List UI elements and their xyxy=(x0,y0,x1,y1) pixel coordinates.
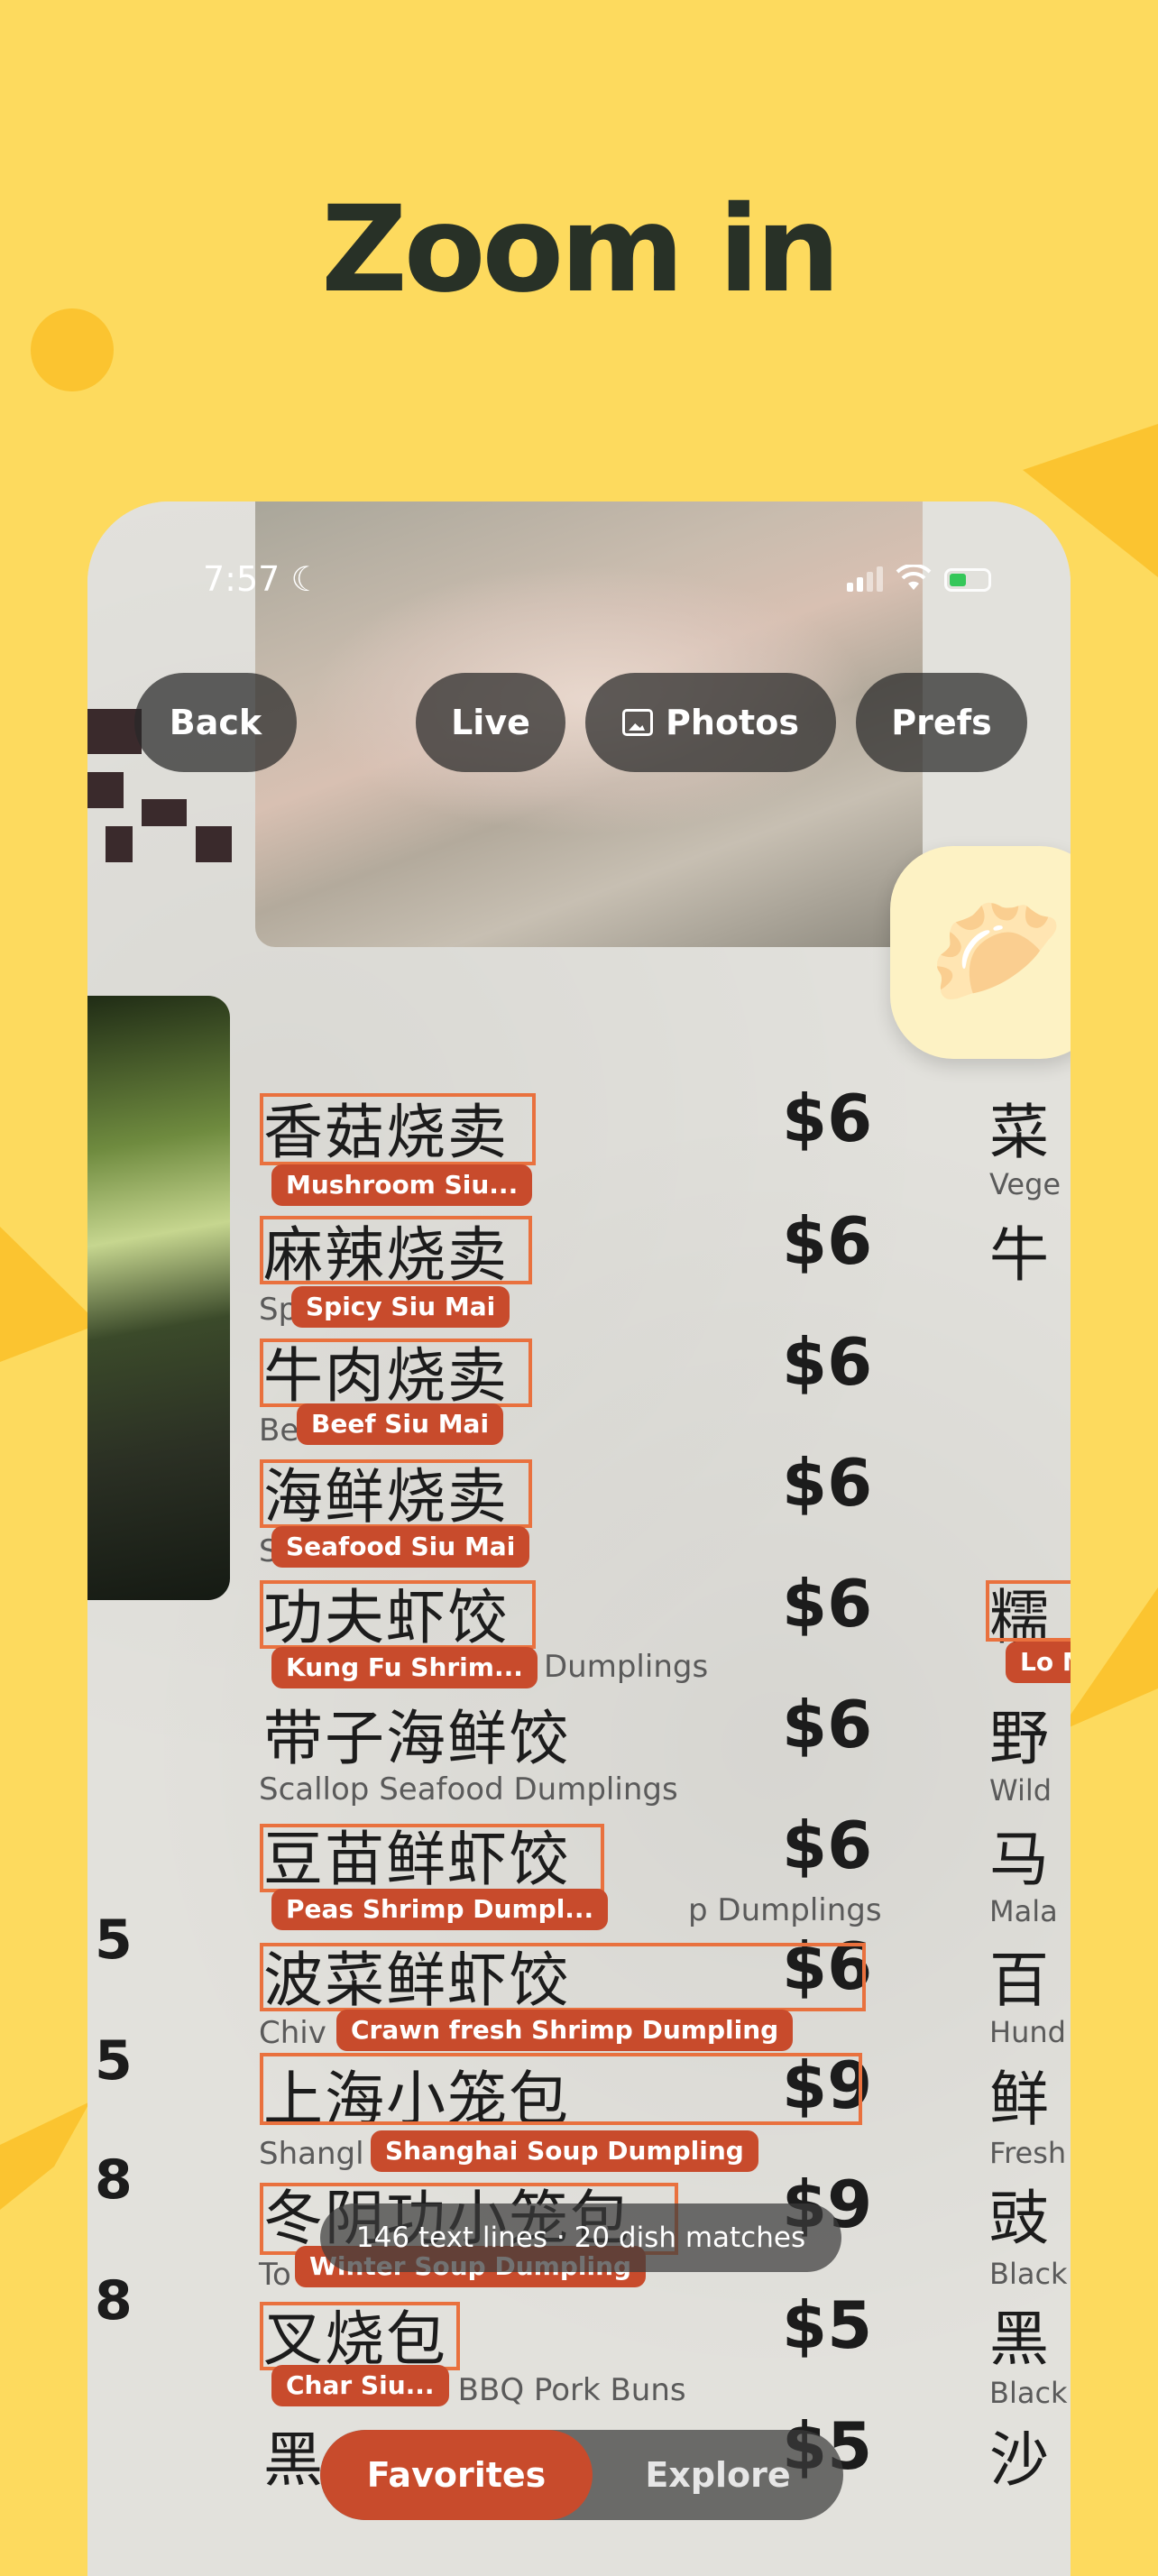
menu-item-zh: 黑 xyxy=(989,2305,1049,2374)
menu-item-en: Black xyxy=(989,2257,1068,2291)
dumpling-button[interactable]: 🥟 xyxy=(890,846,1071,1059)
menu-item-en: Be xyxy=(259,1412,299,1449)
menu-item-price: $6 xyxy=(782,1324,873,1400)
menu-item-en: Scallop Seafood Dumplings xyxy=(259,1771,678,1808)
menu-item-en: o - BBQ Pork Buns xyxy=(409,2372,686,2408)
menu-item-price: $5 xyxy=(782,2287,873,2363)
text-highlight-box xyxy=(260,1943,866,2011)
decor-triangle xyxy=(0,2102,90,2210)
menu-item-zh: 黑 xyxy=(263,2425,325,2495)
menu-item-en: To xyxy=(259,2257,291,2293)
menu-price-fragment: 5 xyxy=(95,2029,133,2093)
menu-item-zh: 野 xyxy=(989,1704,1049,1773)
menu-item-en: Shangl xyxy=(259,2136,364,2172)
tab-favorites[interactable]: Favorites xyxy=(320,2430,593,2520)
battery-icon xyxy=(944,568,991,592)
dish-match-tag[interactable]: Char Siu... xyxy=(271,2365,449,2406)
text-highlight-box xyxy=(260,1459,532,1528)
menu-item-zh: 沙 xyxy=(989,2425,1049,2495)
text-highlight-box xyxy=(260,1216,532,1284)
text-highlight-box xyxy=(260,1824,604,1892)
dish-match-tag[interactable]: Beef Siu Mai xyxy=(297,1403,504,1445)
menu-price-fragment: 8 xyxy=(95,2269,133,2332)
scan-summary-toast: 146 text lines · 20 dish matches xyxy=(320,2203,841,2272)
text-highlight-box xyxy=(260,2053,862,2125)
menu-item-zh: 带子海鲜饺 xyxy=(263,1704,570,1773)
dish-match-tag[interactable]: Spicy Siu Mai xyxy=(291,1286,510,1328)
menu-item-price: $6 xyxy=(782,1445,873,1521)
dish-match-tag[interactable]: Crawn fresh Shrimp Dumpling xyxy=(336,2010,794,2051)
menu-item-zh: 菜 xyxy=(989,1098,1049,1167)
tab-explore[interactable]: Explore xyxy=(593,2430,843,2520)
text-highlight-box xyxy=(986,1580,1071,1642)
menu-item-zh: 百 xyxy=(989,1946,1049,2015)
menu-item-en: p Dumplings xyxy=(688,1892,882,1928)
photo-icon xyxy=(622,709,654,736)
live-button[interactable]: Live xyxy=(416,673,565,772)
text-highlight-box xyxy=(260,1339,532,1407)
text-highlight-box xyxy=(260,1093,536,1165)
menu-item-en: Mala xyxy=(989,1894,1058,1928)
noodle-photo xyxy=(87,996,230,1600)
menu-item-price: $6 xyxy=(782,1687,873,1762)
menu-item-price: $6 xyxy=(782,1203,873,1279)
menu-item-price: $6 xyxy=(782,1566,873,1642)
menu-item-zh: 豉 xyxy=(989,2184,1049,2253)
prefs-button[interactable]: Prefs xyxy=(856,673,1027,772)
back-button[interactable]: Back xyxy=(134,673,297,772)
headline: Zoom in xyxy=(321,180,841,319)
menu-item-zh: 鲜 xyxy=(989,2065,1049,2134)
dish-match-tag[interactable]: Shanghai Soup Dumpling xyxy=(371,2130,758,2172)
status-icons xyxy=(847,565,991,592)
menu-item-en: Dumplings xyxy=(544,1649,709,1685)
menu-item-en: Chiv xyxy=(259,2015,326,2051)
photos-label: Photos xyxy=(666,703,799,742)
wifi-icon xyxy=(896,565,932,590)
decor-circle xyxy=(31,308,114,391)
decor-triangle xyxy=(0,1227,99,1362)
menu-item-en: Fresh xyxy=(989,2136,1067,2170)
menu-item-en: Black xyxy=(989,2376,1068,2410)
dish-match-tag[interactable]: Mushroom Siu... xyxy=(271,1164,533,1206)
dish-match-tag[interactable]: Peas Shrimp Dumpl... xyxy=(271,1889,609,1930)
dumpling-icon: 🥟 xyxy=(929,889,1064,1015)
dish-match-tag[interactable]: Seafood Siu Mai xyxy=(271,1526,530,1568)
signal-icon xyxy=(847,566,883,592)
text-highlight-box xyxy=(260,2302,460,2370)
menu-price-fragment: 8 xyxy=(95,2148,133,2212)
menu-item-price: $6 xyxy=(782,1081,873,1156)
dish-match-tag[interactable]: Kung Fu Shrim... xyxy=(271,1647,538,1688)
menu-price-fragment: 5 xyxy=(95,1909,133,1972)
status-time: 7:57 ☾ xyxy=(203,559,322,599)
phone-screen: 7:57 ☾ Back Live Photos Prefs 🥟 香菇烧卖 $6 … xyxy=(87,501,1071,2576)
menu-item-en: Wild xyxy=(989,1773,1052,1808)
dish-match-tag[interactable]: Lo M xyxy=(1006,1642,1071,1683)
menu-item-en: Hund xyxy=(989,2015,1066,2049)
text-highlight-box xyxy=(260,1580,536,1649)
menu-item-en: Vege xyxy=(989,1167,1062,1201)
decor-triangle xyxy=(1059,1587,1158,1732)
menu-item-zh: 马 xyxy=(989,1825,1049,1894)
menu-item-zh: 牛 xyxy=(989,1220,1049,1290)
photos-button[interactable]: Photos xyxy=(585,673,836,772)
bottom-tab-bar: Favorites Explore xyxy=(320,2430,843,2520)
menu-item-price: $6 xyxy=(782,1808,873,1883)
